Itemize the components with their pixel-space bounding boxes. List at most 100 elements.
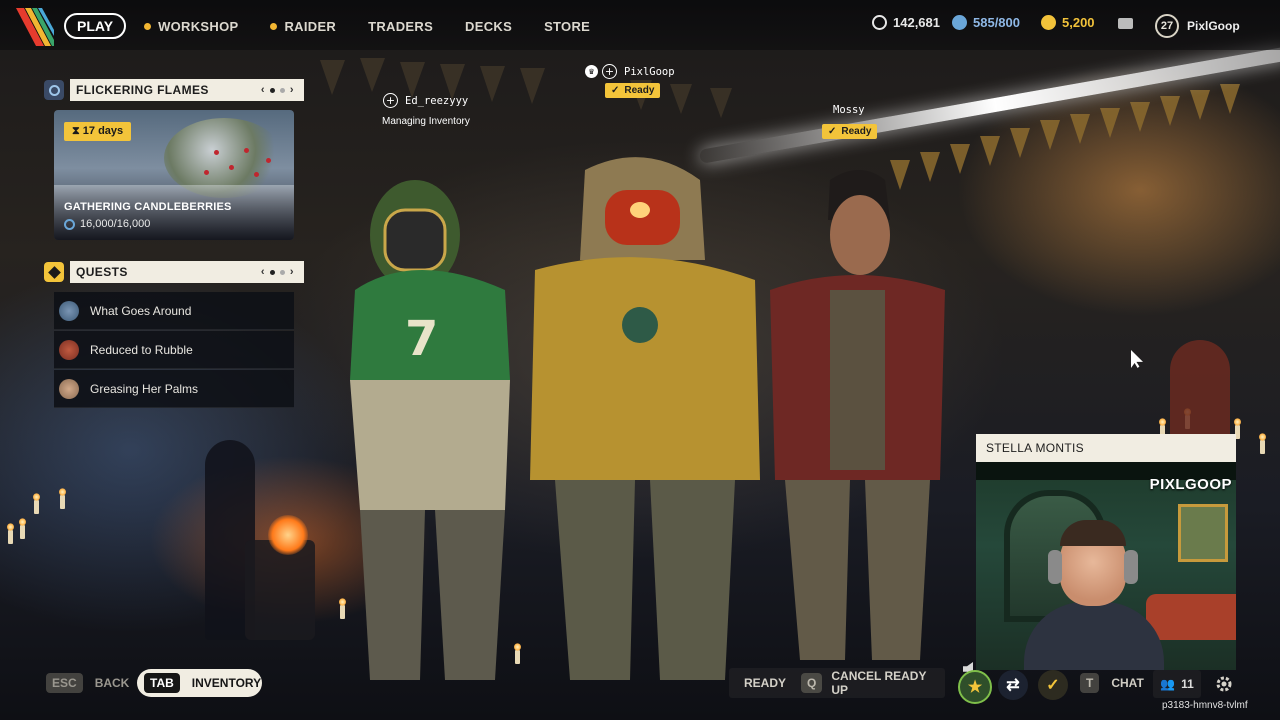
notification-dot-icon (270, 22, 278, 30)
headphone-icon (1048, 550, 1062, 584)
nav-play[interactable]: PLAY (64, 13, 127, 39)
add-friend-icon[interactable]: + (602, 64, 617, 79)
pager-dot (279, 87, 285, 93)
member1-status: Managing Inventory (382, 116, 470, 127)
t-key: T (1080, 673, 1100, 693)
quest-giver-avatar (59, 378, 79, 399)
chevron-left-icon[interactable]: ‹ (261, 266, 265, 278)
red-sofa (1146, 594, 1236, 640)
headphone-icon (1124, 550, 1138, 584)
member2-status: Ready (841, 126, 872, 137)
party-leader-label: PixlGoop (624, 65, 675, 78)
character-green-raider: 7 (350, 180, 510, 680)
currency-credits-value: 585/800 (973, 15, 1020, 30)
quest-item[interactable]: Reduced to Rubble (54, 331, 294, 369)
chat-button[interactable]: T CHAT (1080, 673, 1144, 693)
nav-workshop[interactable]: WORKSHOP (144, 19, 238, 34)
game-logo-icon[interactable] (14, 6, 54, 46)
party-member1-name[interactable]: + Ed_reezyyy (383, 93, 468, 108)
webcam-location-title: STELLA MONTIS (976, 434, 1236, 462)
inventory-label: INVENTORY (191, 676, 262, 690)
streamer-brand: PIXLGOOP (1149, 476, 1232, 493)
add-friend-icon[interactable]: + (383, 93, 398, 108)
nav-workshop-label: WORKSHOP (158, 18, 239, 34)
esc-key: ESC (46, 673, 83, 693)
party-member2-name[interactable]: Mossy (833, 104, 865, 116)
character-gold-raider (530, 157, 760, 680)
event-title: FLICKERING FLAMES (76, 83, 209, 97)
quest-label: Greasing Her Palms (90, 381, 199, 396)
nav-raider-label: RAIDER (284, 18, 337, 34)
gold-icon (1041, 15, 1056, 30)
crown-icon: ♛ (585, 65, 598, 78)
event-card[interactable]: ⧗ 17 days GATHERING CANDLEBERRIES 16,000… (54, 110, 294, 240)
friends-count: 11 (1181, 677, 1194, 691)
ping-icon[interactable]: ⇄ (998, 670, 1028, 700)
player-username[interactable]: PixlGoop (1187, 19, 1240, 33)
currency-credits[interactable]: 585/800 (952, 15, 1020, 30)
nav-store[interactable]: STORE (544, 19, 590, 34)
event-progress-value: 16,000/16,000 (80, 218, 151, 230)
friends-icon: 👥 (1160, 677, 1176, 691)
chevron-left-icon[interactable]: ‹ (261, 84, 265, 96)
quest-label: What Goes Around (90, 303, 192, 318)
currency-gold-value: 5,200 (1062, 15, 1095, 30)
quest-giver-avatar (59, 339, 79, 360)
inventory-button[interactable]: TAB INVENTORY (137, 669, 262, 697)
leader-ready-badge: ✓ Ready (605, 83, 661, 98)
member2-ready-badge: ✓ Ready (822, 124, 878, 139)
nav-raider[interactable]: RAIDER (270, 19, 336, 34)
npc-red-figure (1170, 340, 1230, 440)
ready-check-icon[interactable]: ✓ (1038, 670, 1068, 700)
coin-icon (872, 15, 887, 30)
friends-button[interactable]: 👥 11 (1153, 670, 1201, 698)
streamer-hair (1060, 520, 1126, 546)
gear-icon (64, 218, 75, 230)
barrel (245, 540, 315, 640)
leader-status: Ready (624, 85, 655, 96)
nav-store-label: STORE (544, 18, 591, 34)
main-nav: PLAY WORKSHOP RAIDER TRADERS DECKS STORE (64, 13, 622, 39)
settings-gear-icon[interactable] (1210, 670, 1238, 698)
pager-dot (269, 269, 275, 275)
wall-painting (1178, 504, 1228, 562)
quest-label: Reduced to Rubble (90, 342, 193, 357)
quest-diamond-icon (44, 262, 64, 282)
event-progress: 16,000/16,000 (64, 218, 150, 230)
credit-icon (952, 15, 967, 30)
quest-item[interactable]: Greasing Her Palms (54, 370, 294, 408)
quests-pager: ‹ › (261, 266, 294, 278)
mail-icon[interactable] (1118, 18, 1133, 29)
ready-controls: READY Q CANCEL READY UP (729, 668, 945, 698)
pager-dot (279, 269, 285, 275)
notification-dot-icon (144, 22, 152, 30)
party-member1-label: Ed_reezyyy (405, 94, 469, 107)
party-leader-name[interactable]: ♛ + PixlGoop (585, 64, 675, 79)
ready-button[interactable]: READY (744, 676, 786, 690)
nav-decks-label: DECKS (465, 18, 513, 34)
nav-traders[interactable]: TRADERS (368, 19, 433, 34)
nav-traders-label: TRADERS (368, 18, 434, 34)
chevron-right-icon[interactable]: › (290, 266, 294, 278)
emote-icon[interactable]: ★ (958, 670, 992, 704)
currency-gold[interactable]: 5,200 (1041, 15, 1095, 30)
player-level-badge[interactable]: 27 (1155, 14, 1179, 38)
chevron-right-icon[interactable]: › (290, 84, 294, 96)
quests-header: QUESTS ‹ › (44, 261, 304, 283)
cancel-ready-button[interactable]: CANCEL READY UP (831, 669, 945, 697)
nav-decks[interactable]: DECKS (465, 19, 512, 34)
back-button[interactable]: ESC BACK (46, 673, 129, 693)
currency-coins[interactable]: 142,681 (872, 15, 940, 30)
quests-title: QUESTS (76, 265, 128, 279)
gear-icon (44, 80, 64, 100)
top-navigation-bar: PLAY WORKSHOP RAIDER TRADERS DECKS STORE… (0, 0, 1280, 50)
back-label: BACK (94, 676, 130, 690)
session-id: p3183-hmnv8-tvlmf (1162, 700, 1248, 711)
webcam-overlay: PIXLGOOP (976, 462, 1236, 670)
quest-item[interactable]: What Goes Around (54, 292, 294, 330)
currency-coins-value: 142,681 (893, 15, 940, 30)
pager-dot (269, 87, 275, 93)
check-icon: ✓ (611, 85, 620, 96)
event-objective: GATHERING CANDLEBERRIES (64, 201, 232, 213)
fire-glow (268, 515, 308, 555)
